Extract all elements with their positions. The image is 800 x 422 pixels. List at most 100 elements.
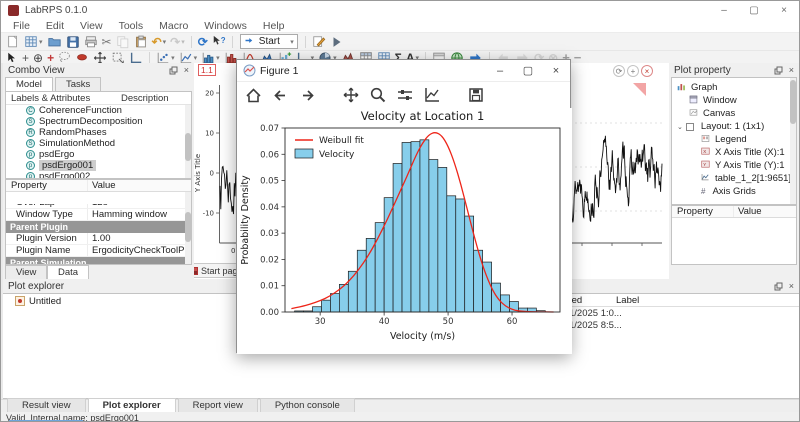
dock-close-icon[interactable]: × [184,66,189,75]
object-icon: C [26,106,35,115]
refresh-icon[interactable]: ⟳ [196,34,210,50]
copy-icon[interactable] [114,34,132,50]
save-icon[interactable] [64,34,82,50]
mdi-tab-label[interactable]: 1.1 [198,64,216,76]
graph-tree-item-x-axis-title-x-1[interactable]: XX Axis Title (X):1 [672,146,796,159]
svg-text:0.03: 0.03 [260,229,279,239]
open-icon[interactable] [45,34,64,50]
tree-item-spectrumdecomposition[interactable]: SSpectrumDecomposition [6,116,191,127]
tab-plot-explorer[interactable]: Plot explorer [88,398,176,412]
tab-model[interactable]: Model [5,77,53,91]
graph-tree-item-canvas[interactable]: Canvas [672,107,796,120]
plot-refresh-icon[interactable]: ⟳ [613,65,625,77]
menu-file[interactable]: File [5,20,38,32]
whats-this-icon[interactable]: ? [210,34,228,50]
subplots-icon[interactable] [395,85,415,105]
figure-maximize-button[interactable]: ▢ [514,60,542,81]
menu-macro[interactable]: Macro [151,20,196,32]
print-icon[interactable] [82,34,100,50]
cut-icon[interactable]: ✂ [100,34,114,50]
combo-view-title-bar: Combo View × [3,63,194,77]
svg-text:Probability Density: Probability Density [240,175,251,265]
graph-tree-item-layout-1-1x1-[interactable]: ⌄Layout: 1 (1x1) [672,120,796,133]
macro-editor-icon[interactable] [310,34,328,50]
tree-item-psdergo[interactable]: ppsdErgo [6,149,191,160]
status-bar: Valid, Internal name: psdErgo001 [1,412,799,422]
dock-close-icon[interactable]: × [789,66,794,75]
minimize-button[interactable]: – [709,1,739,19]
figure-close-button[interactable]: × [542,60,570,81]
graph-tree-item-axis-grids[interactable]: #Axis Grids [672,185,796,198]
svg-text:Weibull fit: Weibull fit [319,136,364,146]
app-title: LabRPS 0.1.0 [25,5,87,16]
graph-tree-item-legend[interactable]: Legend [672,133,796,146]
explorer-table-row[interactable]: 1/2025 1:0... [566,307,799,319]
figure-canvas[interactable]: Velocity at Location 1 304050600.000.010… [237,108,572,354]
property-header: Property Value [6,180,191,192]
menu-help[interactable]: Help [255,20,293,32]
property-row-window-type[interactable]: Window TypeHamming window [6,209,186,221]
tab-view[interactable]: View [5,265,47,279]
tab-data[interactable]: Data [47,265,89,279]
tree-item-psdergo002[interactable]: ppsdErgo002 [6,171,191,179]
save-icon[interactable] [466,85,486,105]
model-tree-panel: Labels & Attributes Description CCoheren… [5,91,192,179]
background-plot-left: Y Axis Title 20100-10 0 [193,77,236,267]
graph-tree-scrollbar[interactable] [790,78,796,205]
back-icon[interactable] [270,85,290,105]
figure-titlebar[interactable]: Figure 1 – ▢ × [237,60,570,82]
tree-item-randomphases[interactable]: RRandomPhases [6,127,191,138]
graph-tree-item-y-axis-title-y-1[interactable]: YY Axis Title (Y):1 [672,159,796,172]
menu-windows[interactable]: Windows [196,20,255,32]
maximize-button[interactable]: ▢ [739,1,769,19]
home-icon[interactable] [243,85,263,105]
redo-icon[interactable]: ↷▾ [168,34,187,50]
explorer-table: ted Label 1/2025 1:0... 1/2025 8:5... [566,294,799,331]
svg-text:?: ? [221,35,226,44]
tree-header: Labels & Attributes Description [6,92,191,105]
svg-text:0.02: 0.02 [260,255,279,265]
float-icon[interactable] [774,66,783,75]
app-icon [8,5,19,16]
tab-python-console[interactable]: Python console [260,398,355,412]
float-icon[interactable] [169,66,178,75]
pan-icon[interactable] [341,85,361,105]
tree-item-psdergo001[interactable]: ppsdErgo001 [6,160,191,171]
tree-scrollbar[interactable] [185,105,191,179]
svg-text:60: 60 [507,317,518,327]
dock-close-icon[interactable]: × [789,282,794,291]
plot-close-icon[interactable]: × [641,65,653,77]
new-table-icon[interactable]: ▾ [22,34,45,50]
close-button[interactable]: × [769,1,799,19]
paste-icon[interactable] [132,34,150,50]
tab-tasks[interactable]: Tasks [55,77,101,91]
forward-icon[interactable] [297,85,317,105]
tab-report-view[interactable]: Report view [178,398,258,412]
explorer-table-row[interactable]: 1/2025 8:5... [566,319,799,331]
macro-run-icon[interactable] [328,34,346,50]
zoom-icon[interactable] [368,85,388,105]
toolbar-separator [305,36,306,48]
tree-item-coherencefunction[interactable]: CCoherenceFunction [6,105,191,116]
tab-result-view[interactable]: Result view [7,398,86,412]
tree-item-simulationmethod[interactable]: SSimulationMethod [6,138,191,149]
float-icon[interactable] [774,282,783,291]
property-row-plugin-version[interactable]: Plugin Version1.00 [6,233,186,245]
figure-minimize-button[interactable]: – [486,60,514,81]
property-scrollbar[interactable] [185,192,191,265]
workbench-selector[interactable]: Start▾ [240,34,298,49]
graph-tree-item-table-1-2-1-9651-[interactable]: table_1_2[1:9651] [672,172,796,185]
menu-tools[interactable]: Tools [111,20,152,32]
menubar: FileEditViewToolsMacroWindowsHelp [1,19,799,33]
graph-tree-item-graph[interactable]: Graph [672,81,796,94]
graph-tree-item-window[interactable]: Window [672,94,796,107]
plot-add-icon[interactable]: + [627,65,639,77]
velocity-chart[interactable]: Velocity at Location 1 304050600.000.010… [237,108,572,354]
new-document-icon[interactable] [4,34,22,50]
customize-icon[interactable] [422,85,442,105]
menu-view[interactable]: View [72,20,111,32]
property-row-plugin-name[interactable]: Plugin NameErgodicityCheckToolPlugin [6,245,186,257]
labrps-window: LabRPS 0.1.0 – ▢ × FileEditViewToolsMacr… [0,0,800,422]
undo-icon[interactable]: ↶▾ [150,34,169,50]
menu-edit[interactable]: Edit [38,20,72,32]
